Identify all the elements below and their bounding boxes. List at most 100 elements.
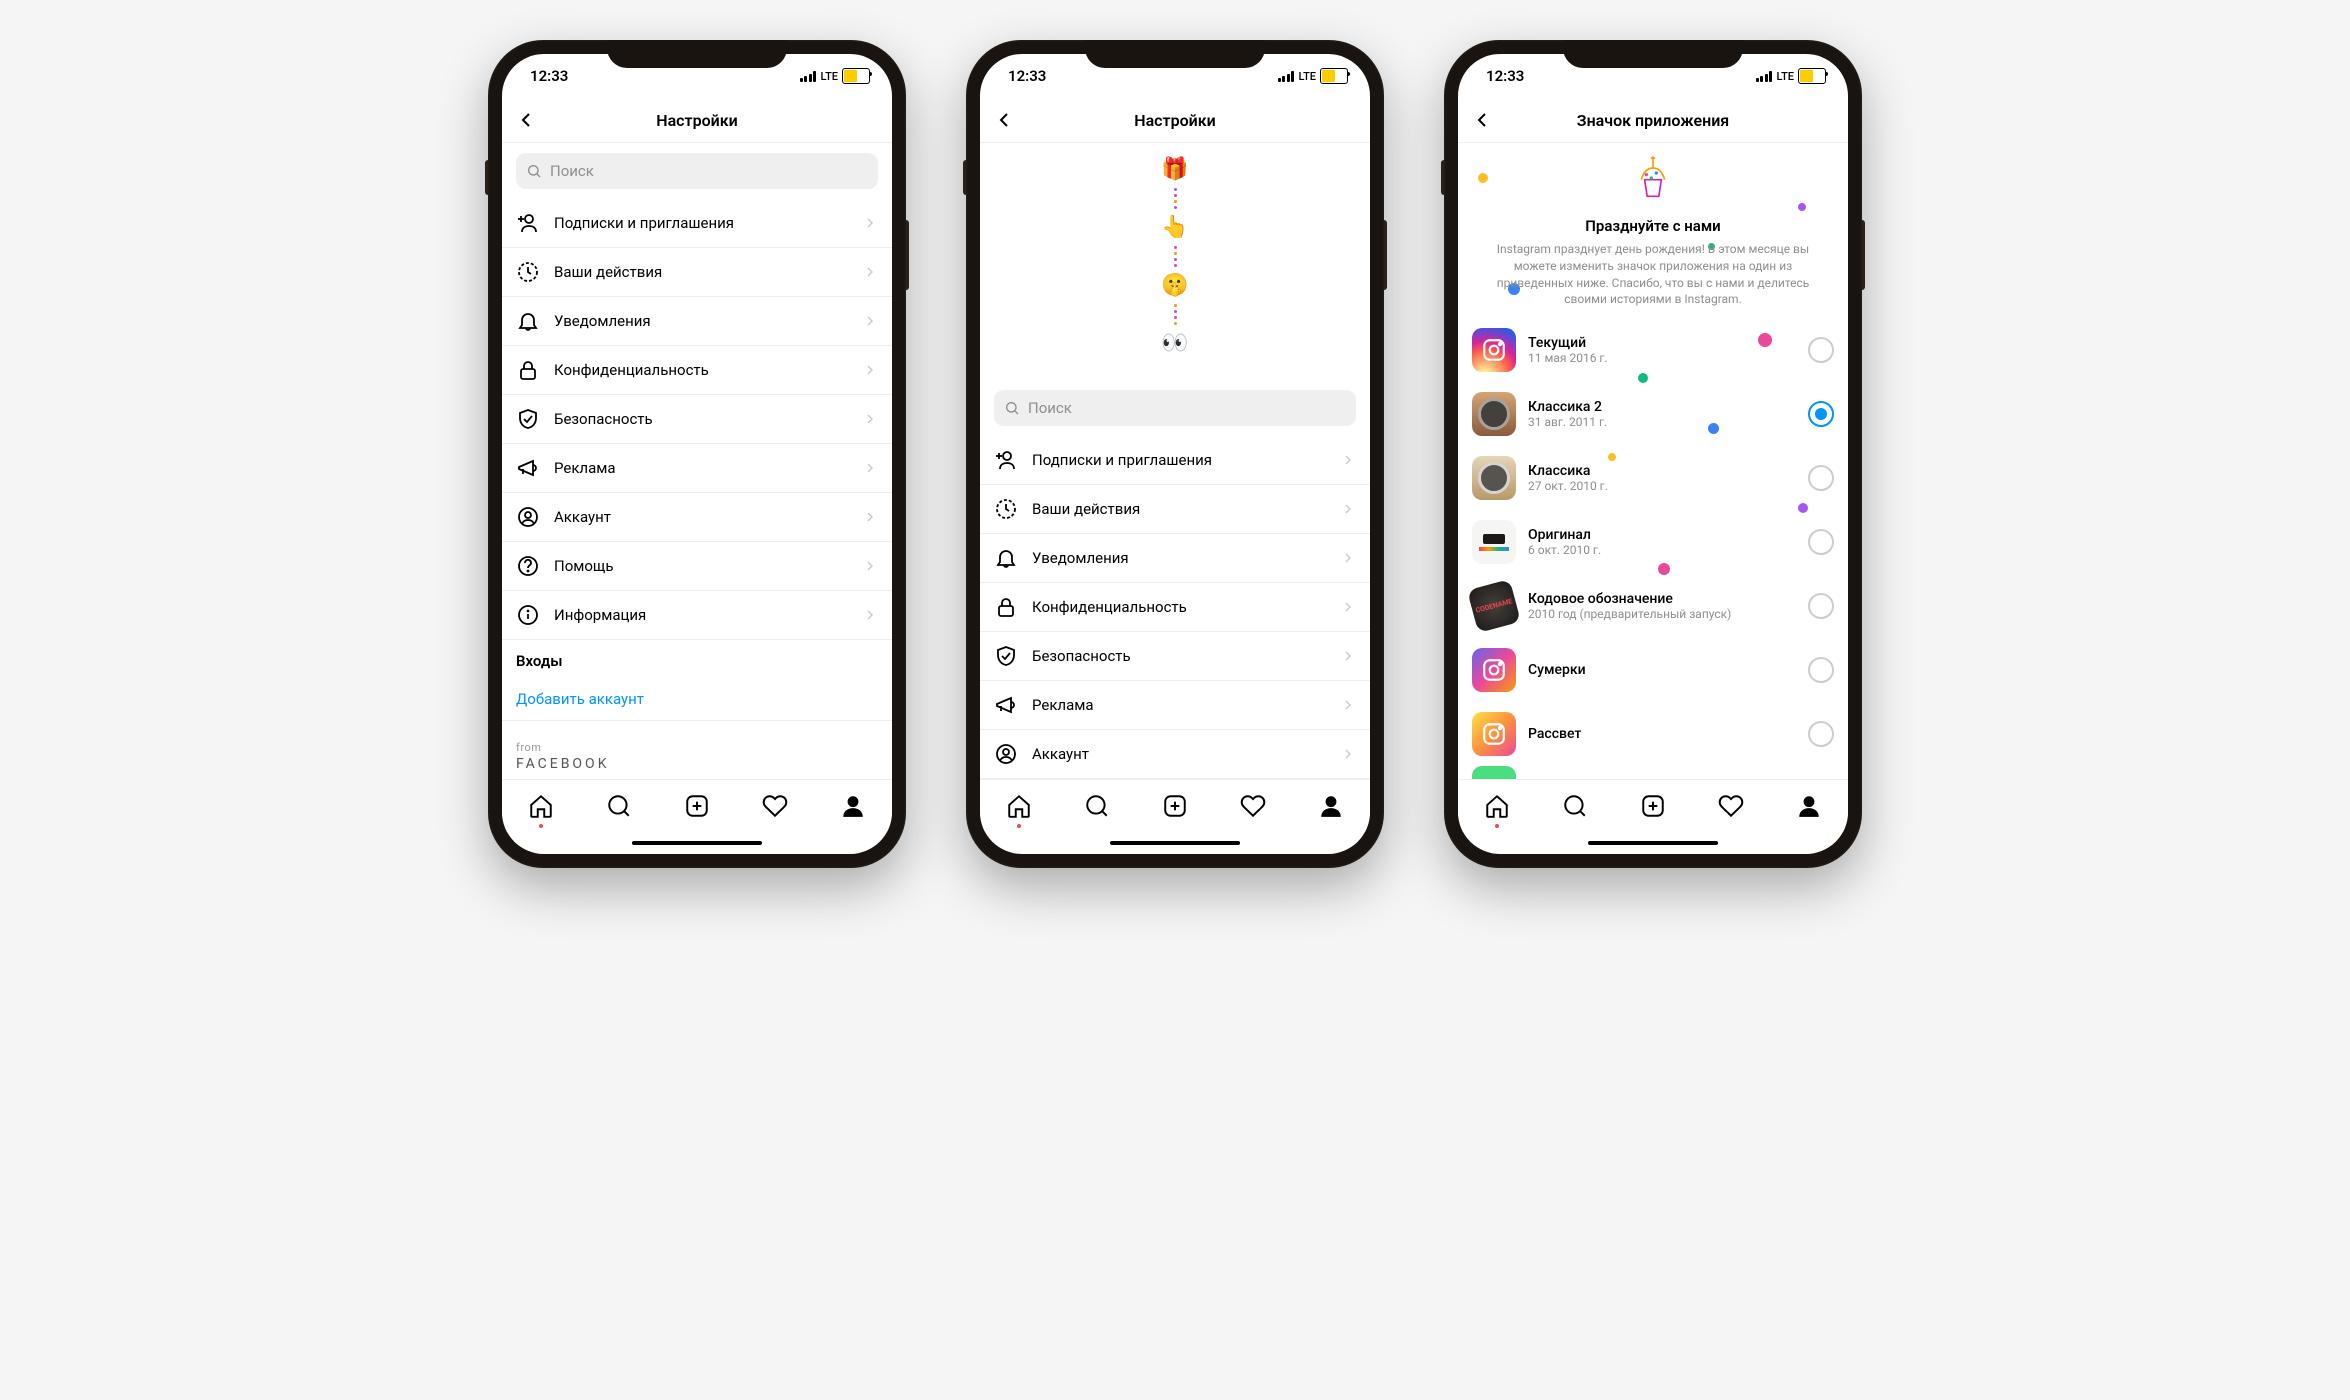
activity-tab[interactable] — [1240, 793, 1266, 819]
settings-label: Безопасность — [1032, 647, 1326, 665]
add-tab[interactable] — [1640, 793, 1666, 819]
content-area[interactable]: Празднуйте с нами Instagram празднует де… — [1458, 143, 1848, 779]
phone-mockup-1: 12:33 LTE Настройки Поиск Подписки и при… — [488, 40, 906, 868]
tab-bar — [1458, 779, 1848, 832]
security-icon — [994, 644, 1018, 668]
tab-bar — [502, 779, 892, 832]
chevron-right-icon — [1340, 550, 1356, 566]
settings-label: Подписки и приглашения — [554, 214, 848, 232]
settings-item-help[interactable]: Помощь — [502, 542, 892, 591]
icon-option-original[interactable]: Оригинал6 окт. 2010 г. — [1458, 510, 1848, 574]
activity-tab[interactable] — [1718, 793, 1744, 819]
home-tab[interactable] — [1006, 793, 1032, 819]
settings-item-account[interactable]: Аккаунт — [980, 730, 1370, 779]
radio-button[interactable] — [1808, 657, 1834, 683]
logins-header: Входы — [502, 639, 892, 678]
icon-info: Сумерки — [1528, 662, 1796, 678]
radio-button[interactable] — [1808, 721, 1834, 747]
easter-egg-trail[interactable]: 🎁 👆 🤫 👀 — [980, 143, 1370, 380]
shush-emoji: 🤫 — [1161, 273, 1188, 298]
search-tab[interactable] — [606, 793, 632, 819]
add-tab[interactable] — [684, 793, 710, 819]
content-area[interactable]: 🎁 👆 🤫 👀 Поиск Подписки и приглашения Ваши… — [980, 143, 1370, 779]
settings-item-privacy[interactable]: Конфиденциальность — [980, 583, 1370, 632]
network-label: LTE — [1776, 70, 1794, 83]
celebrate-description: Instagram празднует день рождения! В это… — [1478, 241, 1828, 308]
settings-item-ads[interactable]: Реклама — [502, 444, 892, 493]
icon-option-current[interactable]: Текущий11 мая 2016 г. — [1458, 318, 1848, 382]
home-tab[interactable] — [528, 793, 554, 819]
app-icon-classic2 — [1472, 392, 1516, 436]
home-indicator[interactable] — [502, 832, 892, 854]
radio-button[interactable] — [1808, 465, 1834, 491]
help-icon — [516, 554, 540, 578]
icon-option-twilight[interactable]: Сумерки — [1458, 638, 1848, 702]
status-right: LTE — [1278, 68, 1348, 84]
settings-item-activity[interactable]: Ваши действия — [980, 485, 1370, 534]
icon-date: 6 окт. 2010 г. — [1528, 543, 1796, 557]
chevron-right-icon — [1340, 599, 1356, 615]
add-tab[interactable] — [1162, 793, 1188, 819]
content-area[interactable]: Поиск Подписки и приглашения Ваши действи… — [502, 143, 892, 779]
search-input[interactable]: Поиск — [994, 390, 1356, 426]
settings-item-about[interactable]: Информация — [502, 591, 892, 639]
app-icon-codename: CODENAME — [1467, 579, 1521, 633]
pointing-emoji: 👆 — [1161, 215, 1188, 240]
footer-brand: from FACEBOOK — [502, 721, 892, 779]
back-button[interactable] — [514, 108, 538, 132]
home-indicator[interactable] — [980, 832, 1370, 854]
back-button[interactable] — [1470, 108, 1494, 132]
icon-name: Сумерки — [1528, 662, 1796, 678]
home-tab[interactable] — [1484, 793, 1510, 819]
icon-name: Кодовое обозначение — [1528, 591, 1796, 607]
icon-date: 11 мая 2016 г. — [1528, 351, 1796, 365]
settings-item-security[interactable]: Безопасность — [980, 632, 1370, 681]
radio-button[interactable] — [1808, 401, 1834, 427]
radio-button[interactable] — [1808, 593, 1834, 619]
profile-tab[interactable] — [1318, 793, 1344, 819]
chevron-right-icon — [862, 607, 878, 623]
search-tab[interactable] — [1562, 793, 1588, 819]
radio-button[interactable] — [1808, 337, 1834, 363]
profile-tab[interactable] — [1796, 793, 1822, 819]
icon-info: Рассвет — [1528, 726, 1796, 742]
search-tab[interactable] — [1084, 793, 1110, 819]
settings-label: Уведомления — [1032, 549, 1326, 567]
settings-item-account[interactable]: Аккаунт — [502, 493, 892, 542]
icon-info: Текущий11 мая 2016 г. — [1528, 335, 1796, 365]
screen: 12:33 LTE Настройки 🎁 👆 🤫 👀 — [980, 54, 1370, 854]
settings-item-follow-invite[interactable]: Подписки и приглашения — [502, 199, 892, 248]
settings-item-notifications[interactable]: Уведомления — [502, 297, 892, 346]
settings-item-security[interactable]: Безопасность — [502, 395, 892, 444]
app-icon-classic — [1472, 456, 1516, 500]
phone-mockup-3: 12:33 LTE Значок приложения — [1444, 40, 1862, 868]
settings-label: Подписки и приглашения — [1032, 451, 1326, 469]
battery-icon — [1798, 68, 1826, 84]
trail-dots — [1174, 246, 1177, 267]
settings-item-notifications[interactable]: Уведомления — [980, 534, 1370, 583]
settings-item-follow-invite[interactable]: Подписки и приглашения — [980, 436, 1370, 485]
activity-tab[interactable] — [762, 793, 788, 819]
icon-option-codename[interactable]: CODENAMEКодовое обозначение2010 год (пре… — [1458, 574, 1848, 638]
notification-dot — [1495, 824, 1499, 828]
screen: 12:33 LTE Настройки Поиск Подписки и при… — [502, 54, 892, 854]
add-account-link[interactable]: Добавить аккаунт — [502, 678, 892, 721]
icon-option-classic[interactable]: Классика27 окт. 2010 г. — [1458, 446, 1848, 510]
network-label: LTE — [820, 70, 838, 83]
search-input[interactable]: Поиск — [516, 153, 878, 189]
icon-option-classic2[interactable]: Классика 231 авг. 2011 г. — [1458, 382, 1848, 446]
app-icon-original — [1472, 520, 1516, 564]
home-indicator[interactable] — [1458, 832, 1848, 854]
activity-icon — [516, 260, 540, 284]
settings-item-activity[interactable]: Ваши действия — [502, 248, 892, 297]
profile-tab[interactable] — [840, 793, 866, 819]
settings-item-ads[interactable]: Реклама — [980, 681, 1370, 730]
back-button[interactable] — [992, 108, 1016, 132]
chevron-right-icon — [1340, 501, 1356, 517]
radio-button[interactable] — [1808, 529, 1834, 555]
icon-name: Рассвет — [1528, 726, 1796, 742]
trail-dots — [1174, 188, 1177, 209]
settings-item-privacy[interactable]: Конфиденциальность — [502, 346, 892, 395]
search-icon — [526, 163, 542, 179]
icon-option-sunrise[interactable]: Рассвет — [1458, 702, 1848, 766]
